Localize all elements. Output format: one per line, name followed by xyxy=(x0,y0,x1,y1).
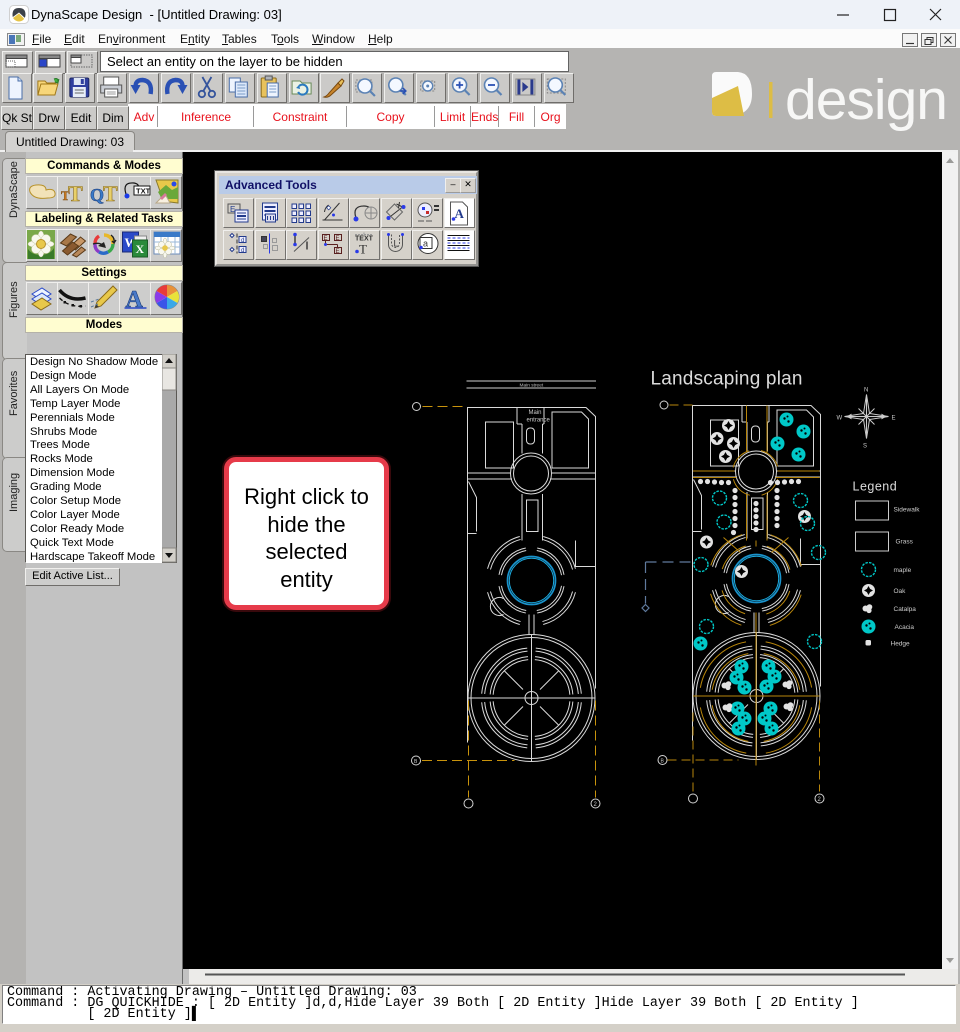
svg-text:Grass: Grass xyxy=(896,539,914,546)
svg-text:Legend: Legend xyxy=(853,480,898,494)
svg-text:T: T xyxy=(103,181,118,206)
svg-text:design: design xyxy=(785,68,947,132)
svg-text:Catalpa: Catalpa xyxy=(894,606,917,613)
svg-text:d: d xyxy=(241,238,244,244)
svg-text:Oak: Oak xyxy=(894,588,907,595)
svg-text:maple: maple xyxy=(894,567,912,574)
svg-text:E: E xyxy=(892,416,896,422)
svg-text:Acacia: Acacia xyxy=(895,624,915,631)
svg-text:Main: Main xyxy=(529,410,542,416)
svg-text:2: 2 xyxy=(818,797,822,803)
svg-text:T: T xyxy=(359,242,367,257)
svg-text:S: S xyxy=(863,444,867,450)
svg-text:Sidewalk: Sidewalk xyxy=(894,507,921,514)
svg-text:E: E xyxy=(336,249,340,255)
svg-text:E: E xyxy=(336,236,340,242)
svg-text:L: L xyxy=(394,239,399,249)
svg-text:Hedge: Hedge xyxy=(891,641,911,648)
svg-text:X: X xyxy=(136,242,145,256)
svg-text:W: W xyxy=(837,416,843,422)
svg-text:d: d xyxy=(241,248,244,254)
svg-text:A: A xyxy=(126,287,144,313)
svg-text:2: 2 xyxy=(594,802,598,808)
svg-text:B: B xyxy=(661,759,665,765)
svg-text:N: N xyxy=(864,388,868,394)
svg-text:entrance: entrance xyxy=(527,418,551,424)
svg-text:A: A xyxy=(455,206,465,221)
svg-text:T: T xyxy=(68,181,83,206)
svg-text:TXT: TXT xyxy=(136,187,151,196)
svg-text:Q: Q xyxy=(90,185,104,205)
svg-text:E: E xyxy=(324,236,328,242)
svg-text:Landscaping plan: Landscaping plan xyxy=(651,369,803,390)
svg-text:a: a xyxy=(423,239,428,249)
svg-text:Main street: Main street xyxy=(520,382,544,388)
svg-text:B: B xyxy=(414,759,418,765)
